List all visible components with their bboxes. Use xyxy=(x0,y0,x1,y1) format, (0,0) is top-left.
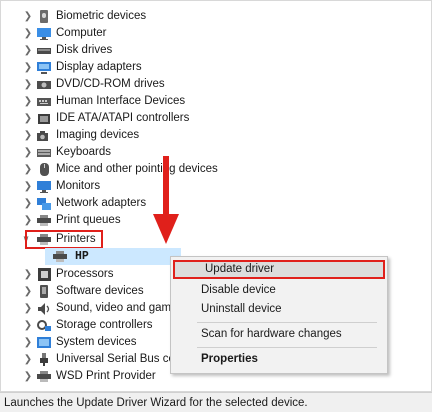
keyboard-icon xyxy=(37,146,51,159)
tree-item-label: Universal Serial Bus controllers xyxy=(56,353,171,365)
system-device-icon xyxy=(37,336,51,349)
software-device-icon xyxy=(37,285,51,298)
chevron-right-icon[interactable]: ❯ xyxy=(23,300,33,317)
chevron-right-icon[interactable]: ❯ xyxy=(23,76,33,93)
display-adapter-icon xyxy=(37,61,51,74)
tree-item-label: Human Interface Devices xyxy=(56,95,186,107)
dvd-drive-icon xyxy=(37,78,51,91)
chevron-right-icon[interactable]: ❯ xyxy=(23,317,33,334)
tree-item-print-queues[interactable]: ❯ Print queues xyxy=(1,212,432,229)
tree-item-sound-controllers[interactable]: ❯ Sound, video and game controllers xyxy=(1,300,171,317)
hid-icon xyxy=(37,95,51,108)
chevron-right-icon[interactable]: ❯ xyxy=(23,144,33,161)
uninstall-device-menu-item[interactable]: Uninstall device xyxy=(171,300,387,319)
chevron-right-icon[interactable]: ❯ xyxy=(23,266,33,283)
disable-device-menu-item[interactable]: Disable device xyxy=(171,281,387,300)
tree-item-label: IDE ATA/ATAPI controllers xyxy=(56,112,190,124)
tree-item-mice[interactable]: ❯ Mice and other pointing devices xyxy=(1,161,432,178)
tree-item-ide-controllers[interactable]: ❯ IDE ATA/ATAPI controllers xyxy=(1,110,432,127)
chevron-right-icon[interactable]: ❯ xyxy=(23,283,33,300)
chevron-right-icon[interactable]: ❯ xyxy=(23,178,33,195)
biometric-icon xyxy=(37,10,51,23)
tree-item-display-adapters[interactable]: ❯ Display adapters xyxy=(1,59,432,76)
chevron-right-icon[interactable]: ❯ xyxy=(23,334,33,351)
printer-icon xyxy=(53,250,67,263)
tree-item-computer[interactable]: ❯ Computer xyxy=(1,25,432,42)
network-adapter-icon xyxy=(37,197,51,210)
ide-controller-icon xyxy=(37,112,51,125)
monitor-icon xyxy=(37,180,51,193)
processor-icon xyxy=(37,268,51,281)
tree-item-label: Storage controllers xyxy=(56,319,153,331)
tree-item-disk-drives[interactable]: ❯ Disk drives xyxy=(1,42,432,59)
chevron-right-icon[interactable]: ❯ xyxy=(23,8,33,25)
menu-separator xyxy=(197,347,377,348)
context-menu: Update driver Disable device Uninstall d… xyxy=(170,256,388,374)
wsd-printer-icon xyxy=(37,370,51,383)
tree-item-label: Processors xyxy=(56,268,114,280)
printers-highlight-box xyxy=(25,230,103,249)
tree-item-label: DVD/CD-ROM drives xyxy=(56,78,165,90)
chevron-right-icon[interactable]: ❯ xyxy=(23,351,33,368)
red-arrow-annotation xyxy=(153,156,179,244)
imaging-device-icon xyxy=(37,129,51,142)
tree-item-label: WSD Print Provider xyxy=(56,370,156,382)
tree-item-network-adapters[interactable]: ❯ Network adapters xyxy=(1,195,432,212)
tree-item-label: Computer xyxy=(56,27,107,39)
menu-separator xyxy=(197,322,377,323)
status-bar: Launches the Update Driver Wizard for th… xyxy=(0,392,432,412)
tree-item-human-interface-devices[interactable]: ❯ Human Interface Devices xyxy=(1,93,432,110)
chevron-right-icon[interactable]: ❯ xyxy=(23,25,33,42)
tree-item-label: Disk drives xyxy=(56,44,113,56)
tree-item-imaging-devices[interactable]: ❯ Imaging devices xyxy=(1,127,432,144)
update-driver-menu-item[interactable]: Update driver xyxy=(173,260,385,279)
tree-item-label: Display adapters xyxy=(56,61,142,73)
tree-item-label: HP xyxy=(75,250,89,263)
scan-hardware-menu-item[interactable]: Scan for hardware changes xyxy=(171,325,387,344)
tree-item-label: Biometric devices xyxy=(56,10,147,22)
chevron-right-icon[interactable]: ❯ xyxy=(23,195,33,212)
storage-controller-icon xyxy=(37,319,51,332)
tree-item-label: System devices xyxy=(56,336,137,348)
tree-item-label: Network adapters xyxy=(56,197,147,209)
tree-item-label: Imaging devices xyxy=(56,129,140,141)
chevron-right-icon[interactable]: ❯ xyxy=(23,59,33,76)
disk-drive-icon xyxy=(37,44,51,57)
print-queue-icon xyxy=(37,214,51,227)
chevron-right-icon[interactable]: ❯ xyxy=(23,368,33,385)
computer-icon xyxy=(37,27,51,40)
tree-item-biometric-devices[interactable]: ❯ Biometric devices xyxy=(1,8,432,25)
mouse-icon xyxy=(37,163,51,176)
chevron-right-icon[interactable]: ❯ xyxy=(23,42,33,59)
tree-item-label: Mice and other pointing devices xyxy=(56,163,218,175)
chevron-right-icon[interactable]: ❯ xyxy=(23,212,33,229)
tree-item-dvd-drives[interactable]: ❯ DVD/CD-ROM drives xyxy=(1,76,432,93)
tree-item-usb-controllers[interactable]: ❯ Universal Serial Bus controllers xyxy=(1,351,171,368)
tree-item-label: Sound, video and game controllers xyxy=(56,302,171,314)
tree-item-keyboards[interactable]: ❯ Keyboards xyxy=(1,144,432,161)
properties-menu-item[interactable]: Properties xyxy=(171,350,387,369)
tree-item-monitors[interactable]: ❯ Monitors xyxy=(1,178,432,195)
usb-icon xyxy=(37,353,51,366)
chevron-right-icon[interactable]: ❯ xyxy=(23,161,33,178)
sound-icon xyxy=(37,302,51,315)
chevron-right-icon[interactable]: ❯ xyxy=(23,110,33,127)
tree-item-label: Print queues xyxy=(56,214,121,226)
chevron-right-icon[interactable]: ❯ xyxy=(23,93,33,110)
tree-item-label: Monitors xyxy=(56,180,101,192)
tree-item-label: Keyboards xyxy=(56,146,111,158)
tree-item-label: Software devices xyxy=(56,285,144,297)
chevron-right-icon[interactable]: ❯ xyxy=(23,127,33,144)
